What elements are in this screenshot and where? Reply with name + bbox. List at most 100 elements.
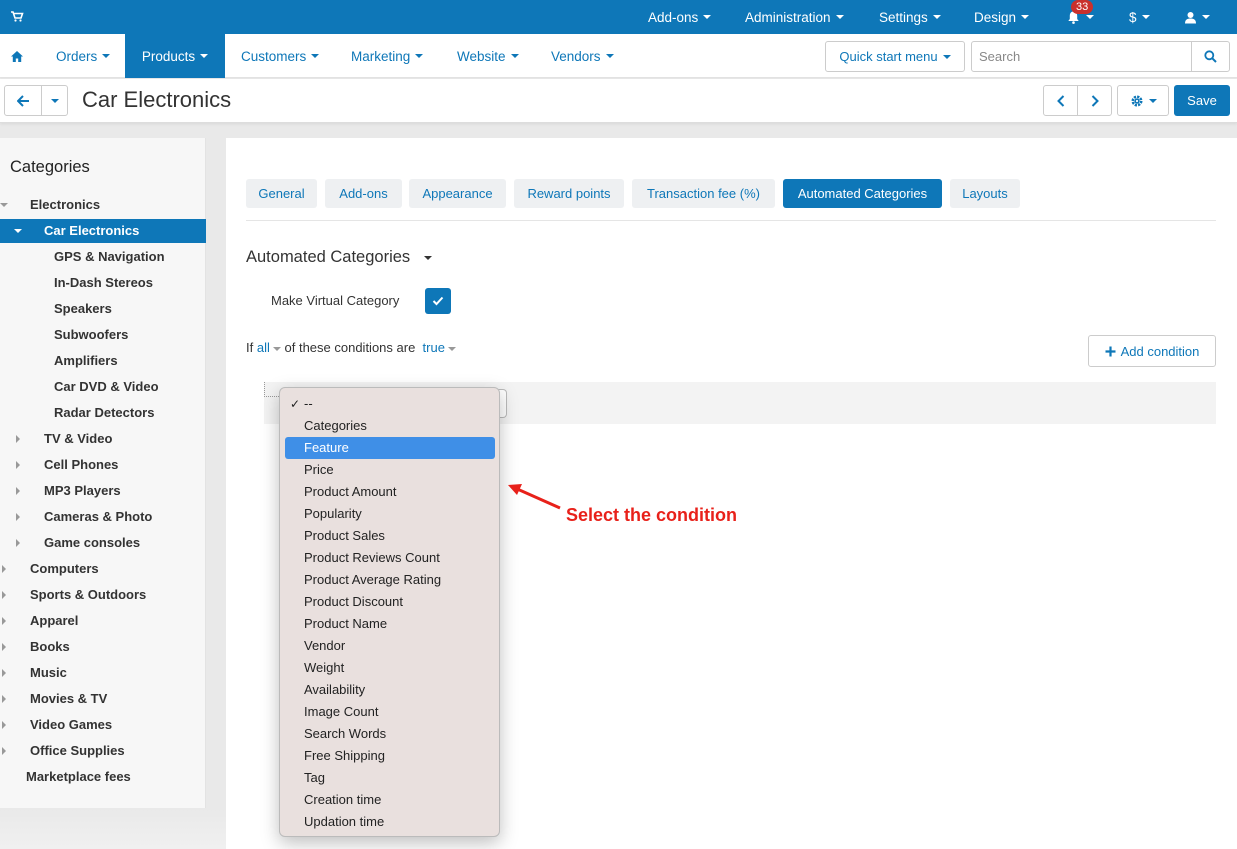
dropdown-option[interactable]: Price <box>285 459 495 481</box>
sidebar-item[interactable]: Cell Phones <box>0 453 206 477</box>
cart-icon[interactable] <box>10 9 24 23</box>
caret-right-icon[interactable] <box>2 565 6 573</box>
settings-menu-button[interactable] <box>1117 85 1169 116</box>
tab[interactable]: Transaction fee (%) <box>632 179 775 208</box>
search-input[interactable] <box>972 42 1192 71</box>
caret-right-icon[interactable] <box>2 669 6 677</box>
nav-orders[interactable]: Orders <box>56 34 111 78</box>
all-selector[interactable]: all <box>257 340 281 355</box>
sidebar-item[interactable]: Cameras & Photo <box>0 505 206 529</box>
caret-down-icon[interactable] <box>14 229 22 233</box>
add-condition-button[interactable]: Add condition <box>1088 335 1216 367</box>
dropdown-option[interactable]: Availability <box>285 679 495 701</box>
sidebar-item[interactable]: Computers <box>0 557 206 581</box>
sidebar-item[interactable]: Car Electronics <box>0 219 206 243</box>
dropdown-option[interactable]: Free Shipping <box>285 745 495 767</box>
caret-right-icon[interactable] <box>2 643 6 651</box>
section-title[interactable]: Automated Categories <box>246 248 432 267</box>
nav-customers[interactable]: Customers <box>241 34 320 78</box>
dropdown-option[interactable]: ✓ -- <box>285 393 495 415</box>
sidebar-item[interactable]: MP3 Players <box>0 479 206 503</box>
virtual-category-checkbox[interactable] <box>425 288 451 314</box>
sidebar-item[interactable]: Subwoofers <box>0 323 206 347</box>
menu-design[interactable]: Design <box>974 0 1030 34</box>
dropdown-option[interactable]: Product Name <box>285 613 495 635</box>
sidebar-item[interactable]: Apparel <box>0 609 206 633</box>
user-menu[interactable] <box>1184 0 1210 34</box>
dropdown-option[interactable]: Product Sales <box>285 525 495 547</box>
sidebar-item[interactable]: In-Dash Stereos <box>0 271 206 295</box>
true-selector[interactable]: true <box>423 340 456 355</box>
previous-button[interactable] <box>1043 85 1078 116</box>
sidebar-item[interactable]: Office Supplies <box>0 739 206 763</box>
true-label: true <box>422 340 445 355</box>
dropdown-option[interactable]: Updation time <box>285 811 495 833</box>
menu-administration[interactable]: Administration <box>745 0 844 34</box>
chevron-down-icon <box>605 54 614 58</box>
dropdown-option[interactable]: Vendor <box>285 635 495 657</box>
save-button[interactable]: Save <box>1174 85 1230 116</box>
caret-right-icon[interactable] <box>2 617 6 625</box>
currency-menu[interactable]: $ <box>1129 0 1150 34</box>
sidebar-item[interactable]: GPS & Navigation <box>0 245 206 269</box>
tab[interactable]: Reward points <box>514 179 624 208</box>
dropdown-option-label: Updation time <box>304 814 385 829</box>
caret-right-icon[interactable] <box>2 721 6 729</box>
home-button[interactable] <box>0 34 34 78</box>
dropdown-option[interactable]: Creation time <box>285 789 495 811</box>
next-button[interactable] <box>1077 85 1112 116</box>
tab[interactable]: Add-ons <box>325 179 402 208</box>
tab[interactable]: General <box>246 179 317 208</box>
sidebar-item[interactable]: Music <box>0 661 206 685</box>
dropdown-option[interactable]: Feature <box>285 437 495 459</box>
dropdown-option[interactable]: Tag <box>285 767 495 789</box>
dropdown-option[interactable]: Product Discount <box>285 591 495 613</box>
nav-products[interactable]: Products <box>125 34 225 78</box>
sidebar-item[interactable]: Electronics <box>0 193 206 217</box>
dropdown-option[interactable]: Product Reviews Count <box>285 547 495 569</box>
tab[interactable]: Appearance <box>409 179 506 208</box>
caret-right-icon[interactable] <box>16 539 20 547</box>
quick-start-menu-button[interactable]: Quick start menu <box>825 41 965 72</box>
sidebar-item[interactable]: Amplifiers <box>0 349 206 373</box>
caret-right-icon[interactable] <box>2 747 6 755</box>
caret-right-icon[interactable] <box>2 591 6 599</box>
caret-right-icon[interactable] <box>16 435 20 443</box>
sidebar-item[interactable]: Books <box>0 635 206 659</box>
gear-icon <box>1131 95 1142 106</box>
dropdown-option[interactable]: Categories <box>285 415 495 437</box>
caret-down-icon[interactable] <box>0 203 8 207</box>
sidebar-item[interactable]: Video Games <box>0 713 206 737</box>
sidebar-item[interactable]: TV & Video <box>0 427 206 451</box>
back-dropdown-button[interactable] <box>41 85 68 116</box>
caret-right-icon[interactable] <box>16 461 20 469</box>
caret-right-icon[interactable] <box>16 487 20 495</box>
dropdown-option[interactable]: Search Words <box>285 723 495 745</box>
nav-marketing[interactable]: Marketing <box>351 34 424 78</box>
search-button[interactable] <box>1191 42 1229 71</box>
menu-add-ons[interactable]: Add-ons <box>648 0 712 34</box>
dropdown-option-label: Product Name <box>304 616 388 631</box>
sidebar-item[interactable]: Game consoles <box>0 531 206 555</box>
back-button[interactable] <box>4 85 42 116</box>
dropdown-option[interactable]: Product Average Rating <box>285 569 495 591</box>
sidebar-item[interactable]: Car DVD & Video <box>0 375 206 399</box>
chevron-down-icon <box>423 255 432 260</box>
sidebar-item[interactable]: Speakers <box>0 297 206 321</box>
dropdown-option[interactable]: Weight <box>285 657 495 679</box>
caret-right-icon[interactable] <box>2 695 6 703</box>
tab[interactable]: Automated Categories <box>783 179 942 208</box>
nav-website[interactable]: Website <box>457 34 519 78</box>
sidebar-item[interactable]: Movies & TV <box>0 687 206 711</box>
sidebar-item[interactable]: Sports & Outdoors <box>0 583 206 607</box>
menu-settings[interactable]: Settings <box>879 0 941 34</box>
sidebar-item[interactable]: Marketplace fees <box>0 765 206 789</box>
dropdown-option[interactable]: Popularity <box>285 503 495 525</box>
chevron-down-icon <box>510 54 519 58</box>
nav-vendors[interactable]: Vendors <box>551 34 614 78</box>
dropdown-option[interactable]: Image Count <box>285 701 495 723</box>
caret-right-icon[interactable] <box>16 513 20 521</box>
sidebar-item[interactable]: Radar Detectors <box>0 401 206 425</box>
tab[interactable]: Layouts <box>950 179 1020 208</box>
dropdown-option[interactable]: Product Amount <box>285 481 495 503</box>
